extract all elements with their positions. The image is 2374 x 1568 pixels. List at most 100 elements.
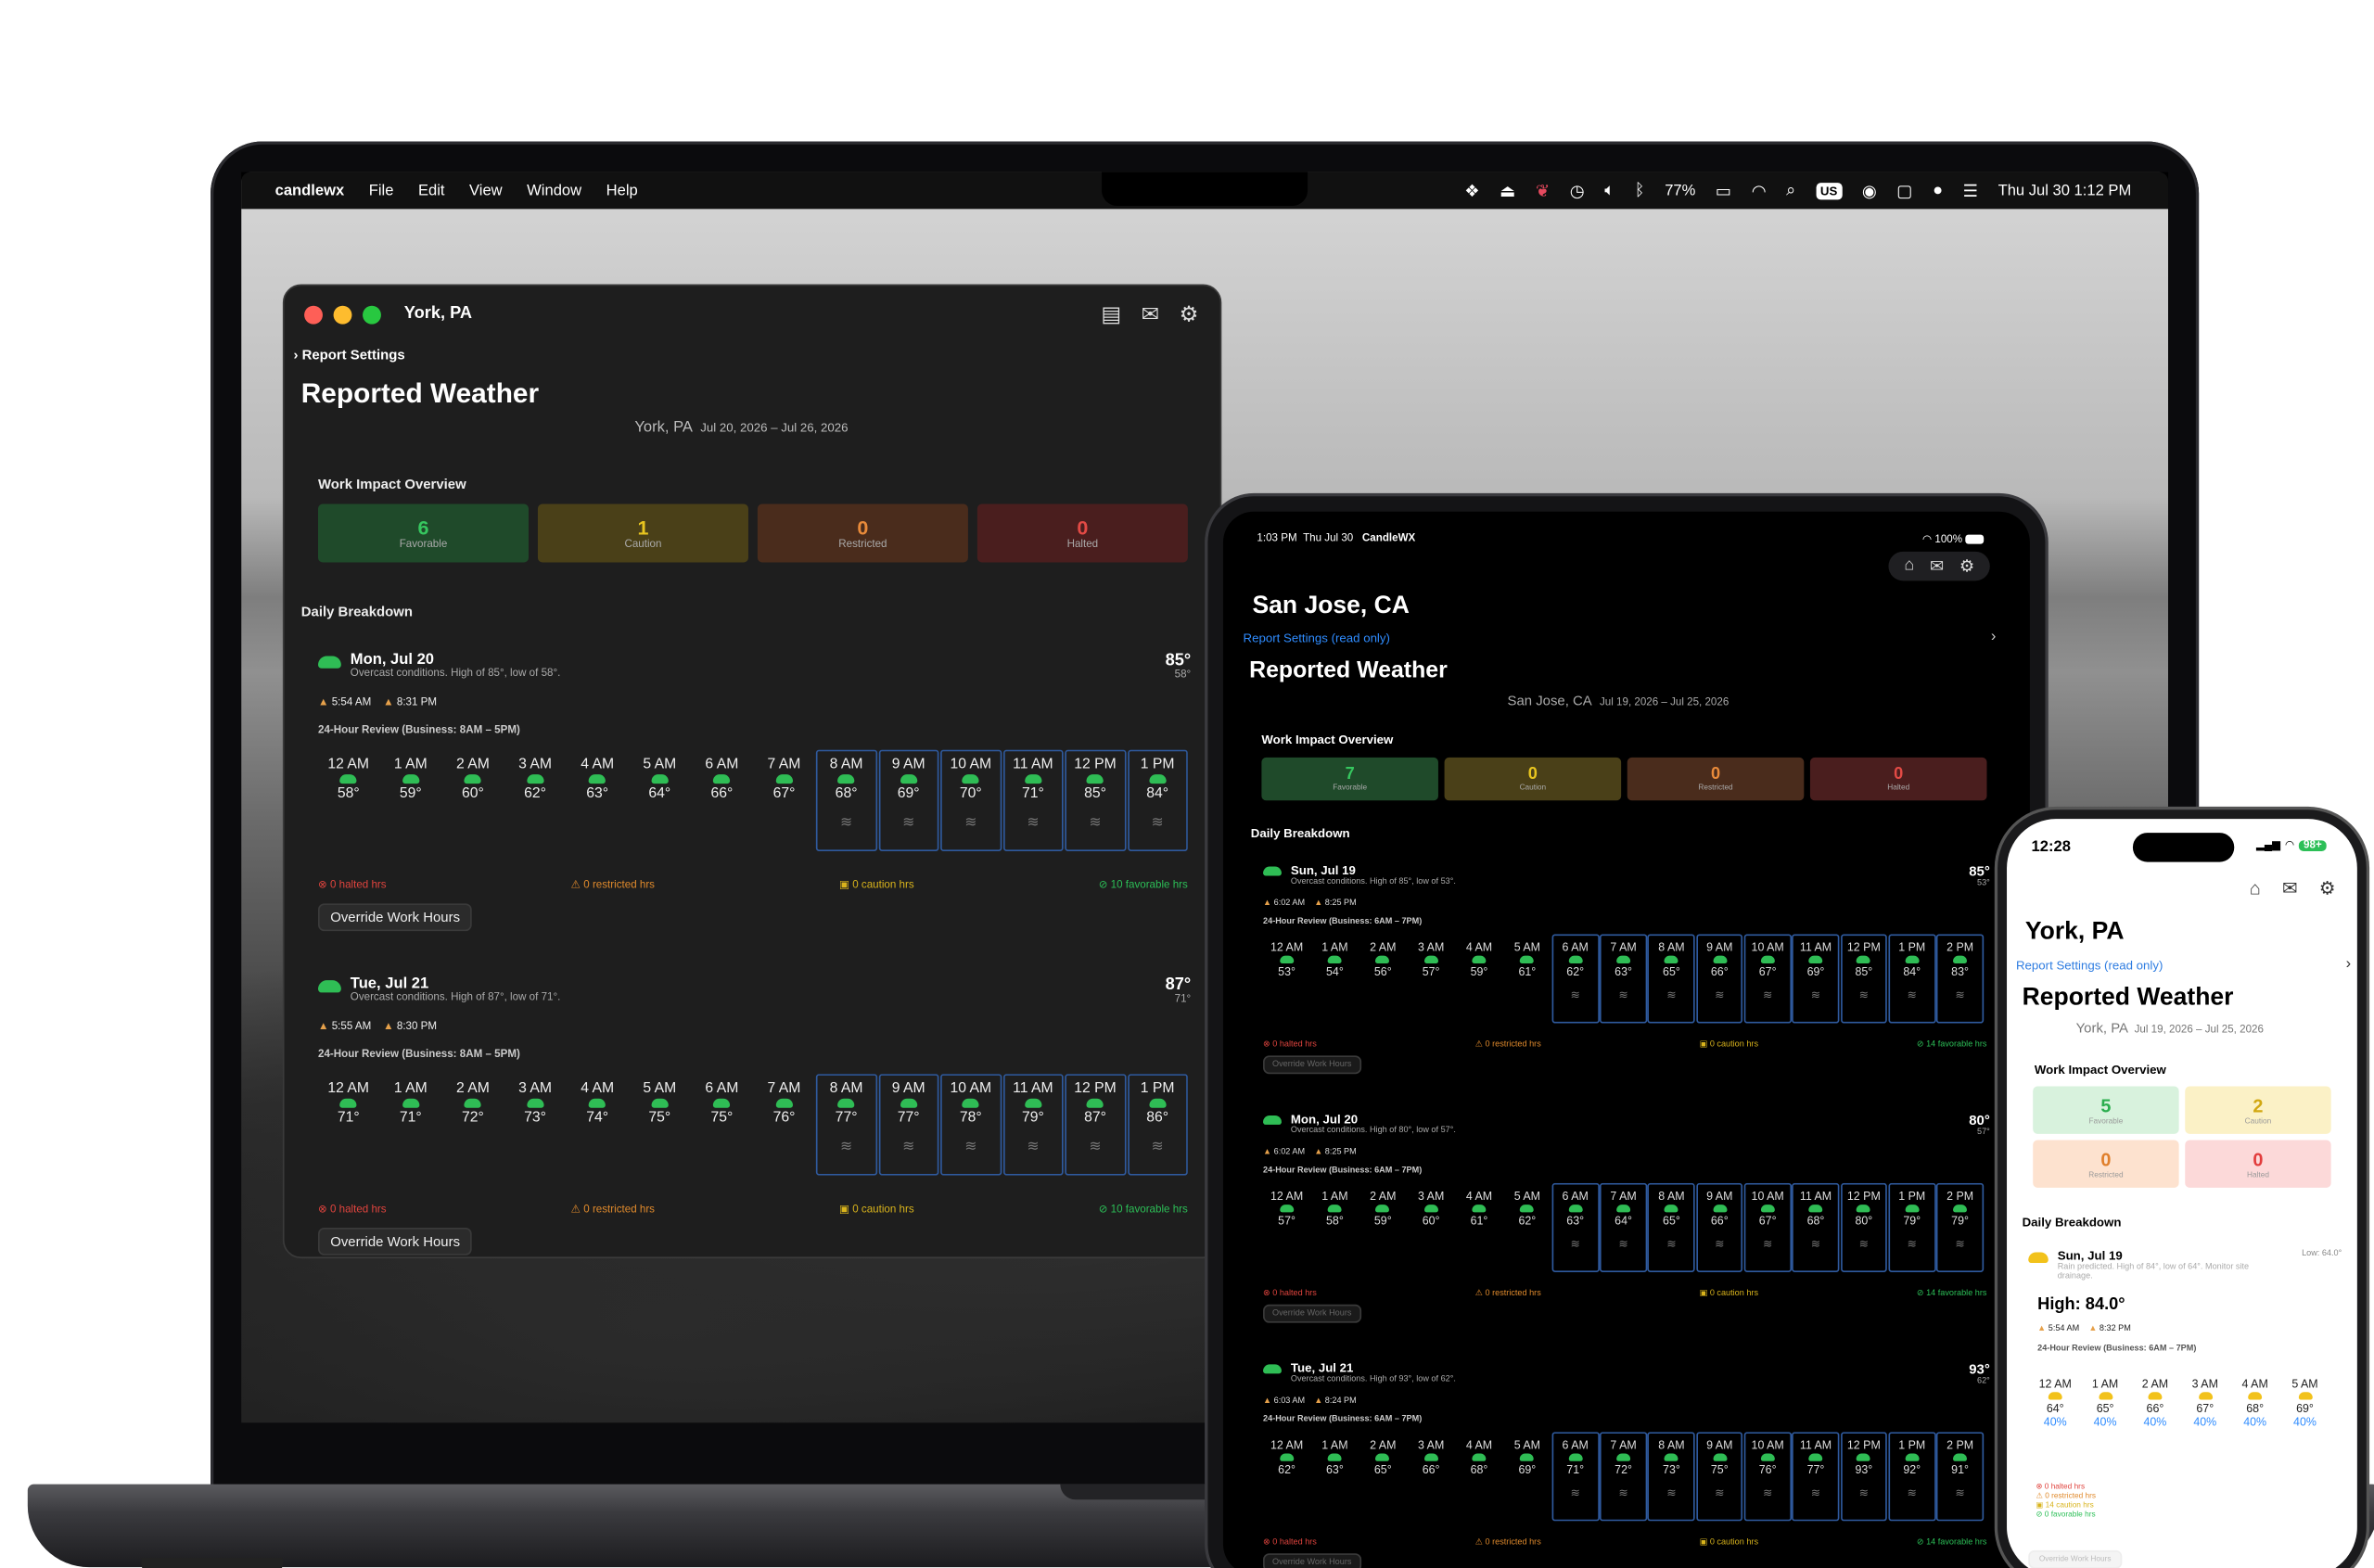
hour-cell[interactable]: 2 AM 66° 40% — [2131, 1370, 2178, 1435]
hour-cell[interactable]: 4 AM 59° — [1455, 934, 1502, 1023]
menu-app-name[interactable]: candlewx — [275, 182, 345, 198]
hour-cell[interactable]: 9 AM 66° ≋ — [1695, 934, 1743, 1024]
hour-cell[interactable]: 5 AM 62° — [1503, 1183, 1551, 1272]
wifi-icon[interactable]: ◠ — [1752, 181, 1767, 200]
hour-cell[interactable]: 7 AM 67° — [754, 750, 814, 851]
hour-cell[interactable]: 6 AM 71° ≋ — [1551, 1432, 1600, 1522]
siri-icon[interactable]: ● — [1933, 182, 1943, 200]
restricted-tile[interactable]: 0 Restricted — [1627, 757, 1805, 801]
hour-cell[interactable]: 11 AM 77° ≋ — [1792, 1432, 1840, 1522]
hour-cell[interactable]: 10 AM 67° ≋ — [1743, 934, 1792, 1024]
hour-cell[interactable]: 6 AM 66° — [692, 750, 752, 851]
hour-cell[interactable]: 12 AM 64° 40% — [2032, 1370, 2079, 1435]
hour-cell[interactable]: 2 PM 91° ≋ — [1936, 1432, 1985, 1522]
hour-cell[interactable]: 4 AM 68° — [1455, 1432, 1502, 1521]
hour-cell[interactable]: 9 AM 75° ≋ — [1695, 1432, 1743, 1522]
gear-icon[interactable]: ⚙ — [1959, 556, 1974, 576]
caution-tile[interactable]: 0 Caution — [1444, 757, 1622, 801]
menu-view[interactable]: View — [469, 182, 503, 198]
hour-cell[interactable]: 2 AM 59° — [1359, 1183, 1407, 1272]
control-center-icon[interactable]: ☰ — [1963, 181, 1978, 200]
display-icon[interactable]: ▢ — [1896, 181, 1912, 200]
hour-cell[interactable]: 8 AM 65° ≋ — [1647, 934, 1695, 1024]
hour-cell[interactable]: 3 AM 67° 40% — [2181, 1370, 2228, 1435]
hour-cell[interactable]: 1 PM 92° ≋ — [1888, 1432, 1936, 1522]
hour-cell[interactable]: 2 AM 72° — [442, 1074, 503, 1175]
override-work-hours-button[interactable]: Override Work Hours — [2028, 1549, 2123, 1568]
report-settings-link[interactable]: Report Settings (read only) — [2016, 959, 2163, 973]
hour-cell[interactable]: 2 AM 56° — [1359, 934, 1407, 1023]
hour-cell[interactable]: 5 AM 69° 40% — [2281, 1370, 2329, 1435]
hour-cell[interactable]: 11 AM 71° ≋ — [1002, 749, 1064, 851]
spotlight-icon[interactable]: ⌕ — [1786, 181, 1795, 201]
hour-cell[interactable]: 4 AM 68° 40% — [2231, 1370, 2278, 1435]
menu-file[interactable]: File — [369, 182, 394, 198]
hour-cell[interactable]: 1 AM 63° — [1311, 1432, 1359, 1521]
favorable-tile[interactable]: 5 Favorable — [2033, 1086, 2179, 1134]
hour-cell[interactable]: 2 PM 83° ≋ — [1936, 934, 1985, 1024]
hour-cell[interactable]: 2 AM 65° — [1359, 1432, 1407, 1521]
hour-cell[interactable]: 12 AM 71° — [318, 1074, 378, 1175]
bluetooth-icon[interactable]: ᛒ — [1635, 182, 1645, 200]
zoom-button[interactable] — [363, 305, 381, 325]
hour-cell[interactable]: 12 PM 87° ≋ — [1065, 1074, 1126, 1176]
hour-cell[interactable]: 1 AM 59° — [380, 750, 440, 851]
hour-cell[interactable]: 1 AM 71° — [380, 1074, 440, 1175]
close-button[interactable] — [304, 305, 323, 325]
hour-cell[interactable]: 5 AM 61° — [1503, 934, 1551, 1023]
hour-cell[interactable]: 1 PM 84° ≋ — [1127, 749, 1188, 851]
menu-clock[interactable]: Thu Jul 30 1:12 PM — [1998, 182, 2132, 198]
restricted-tile[interactable]: 0 Restricted — [2033, 1140, 2179, 1188]
hour-cell[interactable]: 3 AM 57° — [1408, 934, 1455, 1023]
time-machine-icon[interactable]: ◷ — [1570, 181, 1585, 200]
hour-cell[interactable]: 3 AM 60° — [1408, 1183, 1455, 1272]
hour-cell[interactable]: 10 AM 78° ≋ — [940, 1074, 1002, 1176]
favorable-tile[interactable]: 7 Favorable — [1261, 757, 1438, 801]
hour-cell[interactable]: 1 AM 65° 40% — [2081, 1370, 2128, 1435]
input-source-badge[interactable]: US — [1815, 182, 1843, 199]
hour-cell[interactable]: 7 AM 72° ≋ — [1600, 1432, 1648, 1522]
hour-cell[interactable]: 5 AM 75° — [630, 1074, 690, 1175]
hour-cell[interactable]: 12 AM 62° — [1263, 1432, 1310, 1521]
hour-cell[interactable]: 5 AM 69° — [1503, 1432, 1551, 1521]
store-icon[interactable]: ⌂ — [1904, 556, 1914, 577]
halted-tile[interactable]: 0 Halted — [976, 504, 1188, 563]
mail-icon[interactable]: ✉ — [1930, 556, 1944, 576]
hour-cell[interactable]: 9 AM 66° ≋ — [1695, 1182, 1743, 1272]
hour-cell[interactable]: 5 AM 64° — [630, 750, 690, 851]
hour-cell[interactable]: 1 PM 84° ≋ — [1888, 934, 1936, 1024]
hour-cell[interactable]: 11 AM 69° ≋ — [1792, 934, 1840, 1024]
chevron-right-icon[interactable]: › — [2346, 956, 2352, 973]
chevron-right-icon[interactable]: › — [1991, 629, 1997, 645]
hour-cell[interactable]: 8 AM 73° ≋ — [1647, 1432, 1695, 1522]
hour-cell[interactable]: 9 AM 77° ≋ — [877, 1074, 939, 1176]
app-status-icon[interactable]: ❦ — [1536, 181, 1550, 200]
hour-cell[interactable]: 10 AM 70° ≋ — [940, 749, 1002, 851]
hour-cell[interactable]: 12 PM 93° ≋ — [1840, 1432, 1888, 1522]
hour-cell[interactable]: 1 AM 54° — [1311, 934, 1359, 1023]
gear-icon[interactable]: ⚙ — [2319, 877, 2336, 899]
hour-cell[interactable]: 12 AM 58° — [318, 750, 378, 851]
hour-cell[interactable]: 6 AM 63° ≋ — [1551, 1182, 1600, 1272]
dropbox-icon[interactable]: ❖ — [1464, 181, 1479, 200]
favorable-tile[interactable]: 6 Favorable — [317, 504, 530, 563]
hour-cell[interactable]: 12 PM 85° ≋ — [1840, 934, 1888, 1024]
report-settings-link[interactable]: Report Settings (read only) — [1244, 631, 1390, 645]
hour-cell[interactable]: 9 AM 69° ≋ — [877, 749, 939, 851]
hour-cell[interactable]: 12 AM 53° — [1263, 934, 1310, 1023]
hour-cell[interactable]: 8 AM 65° ≋ — [1647, 1182, 1695, 1272]
hour-cell[interactable]: 1 PM 79° ≋ — [1888, 1182, 1936, 1272]
hour-cell[interactable]: 11 AM 79° ≋ — [1002, 1074, 1064, 1176]
hour-cell[interactable]: 4 AM 74° — [567, 1074, 627, 1175]
hour-cell[interactable]: 3 AM 73° — [504, 1074, 565, 1175]
hour-cell[interactable]: 1 PM 86° ≋ — [1127, 1074, 1188, 1176]
volume-icon[interactable]: 🔈︎ — [1604, 181, 1615, 201]
hour-cell[interactable]: 4 AM 61° — [1455, 1183, 1502, 1272]
hour-cell[interactable]: 2 PM 79° ≋ — [1936, 1182, 1985, 1272]
restricted-tile[interactable]: 0 Restricted — [757, 504, 968, 563]
eject-icon[interactable]: ⏏ — [1500, 181, 1515, 200]
hour-cell[interactable]: 3 AM 66° — [1408, 1432, 1455, 1521]
hour-cell[interactable]: 10 AM 67° ≋ — [1743, 1182, 1792, 1272]
halted-tile[interactable]: 0 Halted — [2185, 1140, 2331, 1188]
hour-cell[interactable]: 8 AM 77° ≋ — [815, 1074, 877, 1176]
